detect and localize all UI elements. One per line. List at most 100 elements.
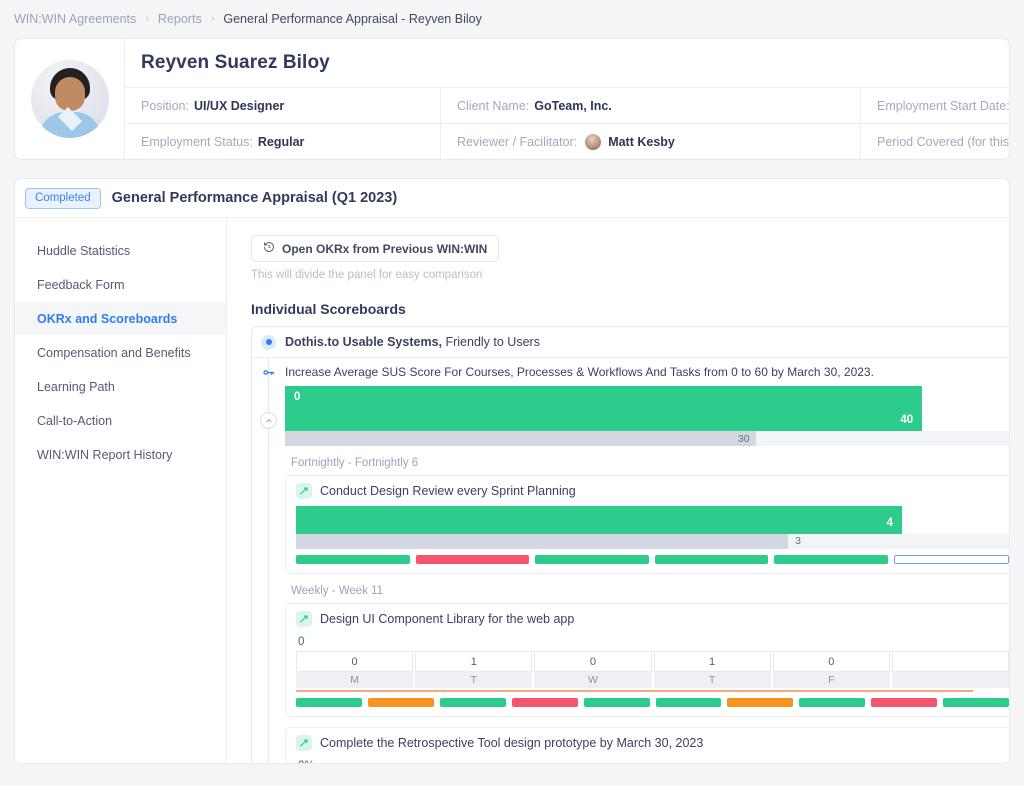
day-column[interactable]: 0 M [296,651,413,688]
open-okrx-button[interactable]: Open OKRx from Previous WIN:WIN [251,235,499,262]
kpi-bar-target-label: 3 [795,535,801,547]
key-result-tree: Increase Average SUS Score For Courses, … [252,358,1009,764]
avatar [31,60,109,138]
day-column[interactable]: 1 T [654,651,771,688]
okrx-hint-text: This will divide the panel for easy comp… [251,269,1009,281]
weekly-day-grid: 0 M 1 T 0 [296,651,1009,688]
field-employment-status-value: Regular [258,135,305,149]
segment[interactable] [440,698,506,707]
sidebar-item-feedback-form[interactable]: Feedback Form [15,268,226,301]
segment[interactable] [512,698,578,707]
kpi-title: Complete the Retrospective Tool design p… [320,736,703,750]
sidebar-item-call-to-action[interactable]: Call-to-Action [15,404,226,437]
sidebar-item-label: WIN:WIN Report History [37,448,172,462]
kr-bar-start-label: 0 [294,391,300,403]
collapse-toggle-button[interactable] [260,412,277,429]
segment[interactable] [894,555,1010,564]
field-reviewer: Reviewer / Facilitator: Matt Kesby [441,124,861,159]
kpi-card-design-review: Conduct Design Review every Sprint Plann… [285,475,1009,574]
segment[interactable] [871,698,937,707]
kr-bar-track: 30 [285,431,1009,446]
segment[interactable] [296,555,410,564]
kpi-start-value: 0% [296,758,1009,764]
sidebar-item-compensation-and-benefits[interactable]: Compensation and Benefits [15,336,226,369]
sidebar-item-winwin-report-history[interactable]: WIN:WIN Report History [15,438,226,471]
day-value: 1 [654,651,771,672]
field-start-date-label: Employment Start Date: [877,99,1009,113]
history-clock-icon [263,241,275,256]
sidebar-item-label: OKRx and Scoreboards [37,312,177,326]
field-position-label: Position: [141,99,189,113]
reviewer-avatar [584,133,602,151]
field-period-covered-label: Period Covered (for this report): [877,135,1009,149]
sidebar-item-label: Compensation and Benefits [37,346,191,360]
field-reviewer-value: Matt Kesby [608,135,675,149]
field-client-name: Client Name: GoTeam, Inc. [441,88,861,123]
trend-up-icon [296,735,312,751]
day-column[interactable]: 0 W [534,651,651,688]
key-result-progress: 0 40 30 [285,386,1009,446]
sidebar-item-okrx-and-scoreboards[interactable]: OKRx and Scoreboards [15,302,226,335]
breadcrumb-separator-icon: › [211,13,215,25]
kpi-title: Design UI Component Library for the web … [320,612,574,626]
kr-bar-fill: 40 [285,386,922,431]
breadcrumb-item-current: General Performance Appraisal - Reyven B… [223,12,481,26]
breadcrumb-separator-icon: › [145,13,149,25]
breadcrumb-item-agreements[interactable]: WIN:WIN Agreements [14,12,136,26]
scoreboards-content: Open OKRx from Previous WIN:WIN This wil… [227,218,1009,764]
day-column[interactable]: 1 T [415,651,532,688]
segment[interactable] [943,698,1009,707]
breadcrumb-item-reports[interactable]: Reports [158,12,202,26]
sidebar-item-label: Huddle Statistics [37,244,130,258]
field-client-name-label: Client Name: [457,99,529,113]
segment[interactable] [368,698,434,707]
segment[interactable] [655,555,769,564]
kpi-segment-strip [296,549,1009,564]
segment[interactable] [774,555,888,564]
key-result-text: Increase Average SUS Score For Courses, … [285,365,874,379]
day-column[interactable]: 0 F [773,651,890,688]
sidebar-item-label: Learning Path [37,380,115,394]
segment[interactable] [584,698,650,707]
sidebar-item-label: Feedback Form [37,278,125,292]
segment[interactable] [416,555,530,564]
objective-text-rest: Friendly to Users [442,335,540,349]
segment[interactable] [656,698,722,707]
day-label [892,672,1009,688]
field-position: Position: UI/UX Designer [125,88,441,123]
scoreboard-card: Dothis.to Usable Systems, Friendly to Us… [251,326,1009,764]
segment[interactable] [799,698,865,707]
page-title: Reyven Suarez Biloy [125,39,1009,87]
report-header: Completed General Performance Appraisal … [15,179,1009,218]
key-result-row[interactable]: Increase Average SUS Score For Courses, … [285,358,1009,386]
day-value: 0 [296,651,413,672]
field-client-name-value: GoTeam, Inc. [534,99,612,113]
tree-rail [252,358,285,764]
profile-field-row: Position: UI/UX Designer Client Name: Go… [125,87,1009,123]
segment[interactable] [535,555,649,564]
kpi-bar-end-label: 4 [887,517,902,534]
open-okrx-button-label: Open OKRx from Previous WIN:WIN [282,242,487,256]
trend-up-icon [296,483,312,499]
field-employment-status-label: Employment Status: [141,135,253,149]
segment[interactable] [296,698,362,707]
bullet-dot-icon [252,335,285,350]
day-column[interactable] [892,651,1009,688]
avatar-cell [15,39,125,159]
day-label: F [773,672,890,688]
field-start-date: Employment Start Date: 15 Mar [861,88,1009,123]
individual-scoreboards-title: Individual Scoreboards [251,301,1009,317]
report-title: General Performance Appraisal (Q1 2023) [112,190,398,206]
key-icon [260,364,277,381]
kpi-bar-target [296,534,788,549]
day-label: T [654,672,771,688]
employee-profile-card: Reyven Suarez Biloy Position: UI/UX Desi… [14,38,1010,160]
sidebar-item-learning-path[interactable]: Learning Path [15,370,226,403]
field-reviewer-label: Reviewer / Facilitator: [457,135,577,149]
segment[interactable] [727,698,793,707]
sidebar-item-huddle-statistics[interactable]: Huddle Statistics [15,234,226,267]
sidebar-item-label: Call-to-Action [37,414,112,428]
report-sidebar: Huddle Statistics Feedback Form OKRx and… [15,218,227,764]
objective-row[interactable]: Dothis.to Usable Systems, Friendly to Us… [252,327,1009,358]
status-badge: Completed [25,188,101,209]
